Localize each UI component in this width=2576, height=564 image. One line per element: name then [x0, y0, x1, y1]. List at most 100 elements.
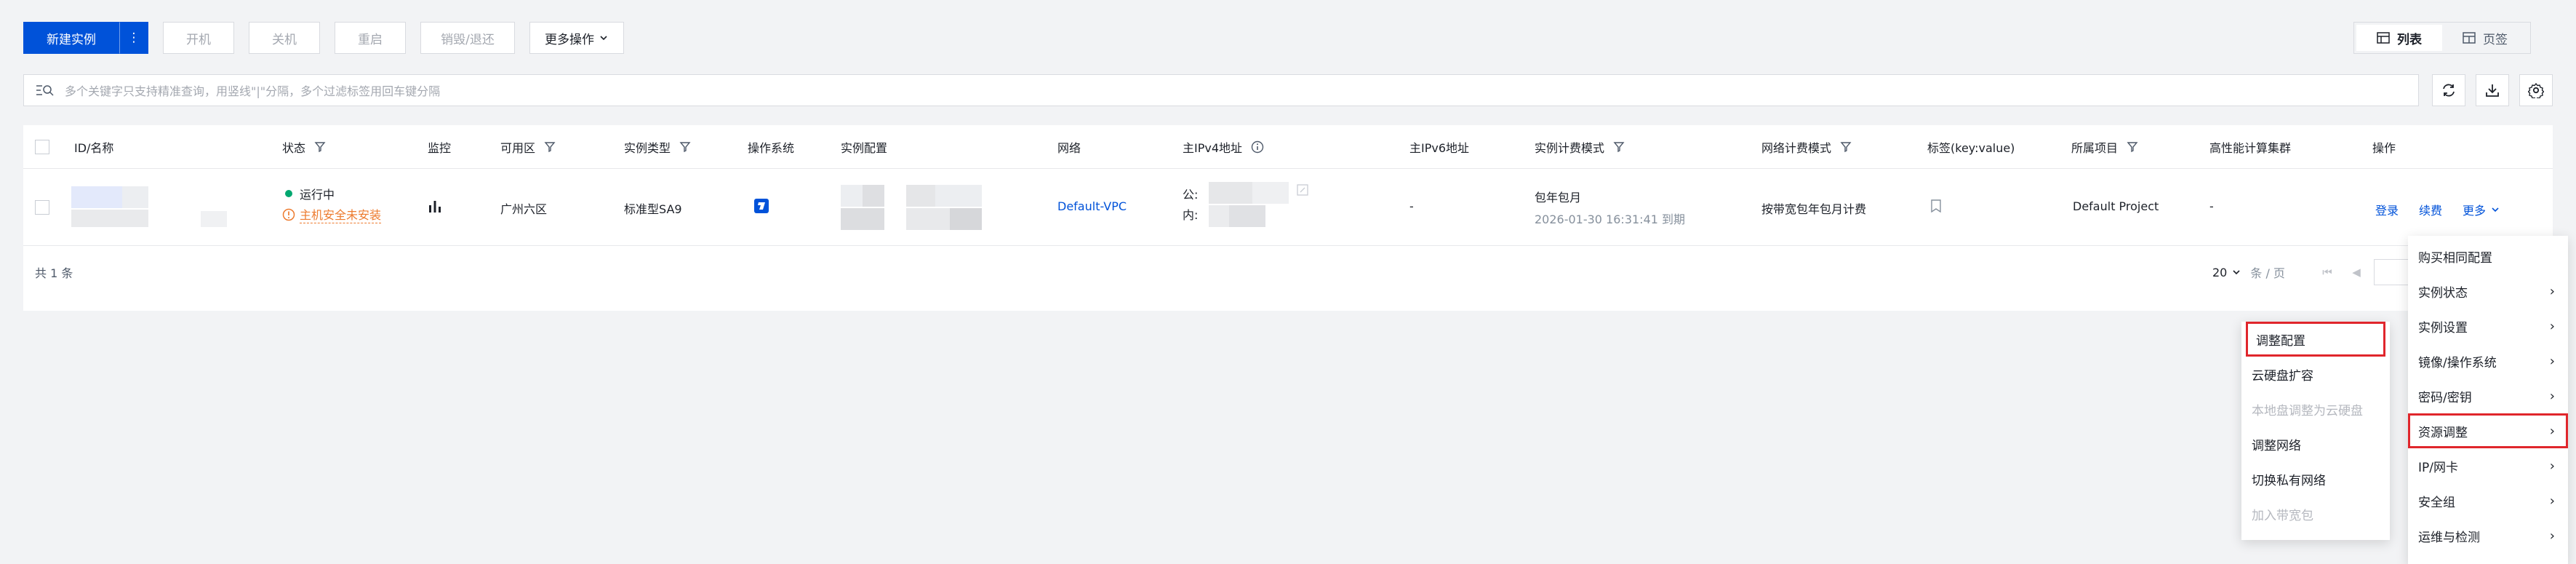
resource-submenu-item[interactable]: 调整配置: [2246, 322, 2385, 357]
chevron-down-icon: [2233, 270, 2240, 275]
more-operations-label: 更多操作: [545, 32, 594, 47]
copy-ip-button[interactable]: [1296, 183, 1309, 199]
bookmark-icon: [1931, 199, 1941, 213]
status-cell: 运行中: [285, 185, 335, 202]
info-icon[interactable]: [1251, 140, 1264, 154]
net-billing-text: 按带宽包年包月计费: [1761, 202, 1867, 216]
instance-id-redacted[interactable]: [71, 186, 122, 208]
more-menu-item[interactable]: 实例状态 ›: [2408, 274, 2568, 309]
more-menu-item-label: 资源调整: [2418, 425, 2468, 440]
header-ops-label: 操作: [2372, 141, 2396, 155]
row-checkbox[interactable]: [35, 200, 49, 215]
filter-icon[interactable]: [2127, 141, 2138, 153]
filter-icon[interactable]: [1613, 141, 1625, 153]
more-actions-label: 更多: [2463, 204, 2487, 218]
per-page-label: 条 / 页: [2250, 266, 2285, 280]
more-menu-item[interactable]: IP/网卡 ›: [2408, 448, 2568, 483]
search-filter-icon: [36, 85, 54, 96]
filter-icon[interactable]: [314, 141, 326, 153]
create-instance-button[interactable]: 新建实例: [23, 22, 119, 54]
more-menu-item[interactable]: 购买相同配置: [2408, 239, 2568, 274]
filter-icon[interactable]: [544, 141, 556, 153]
header-zone: 可用区: [500, 125, 556, 169]
resource-submenu-item[interactable]: 调整网络: [2241, 426, 2390, 461]
filter-icon[interactable]: [679, 141, 691, 153]
create-more-button[interactable]: ⋮: [119, 22, 148, 54]
header-zone-label: 可用区: [500, 141, 536, 155]
header-id: ID/名称: [74, 125, 113, 169]
header-os: 操作系统: [748, 125, 794, 169]
more-operations-button[interactable]: 更多操作: [529, 22, 624, 54]
config-redacted-1: [841, 185, 863, 207]
select-all-checkbox[interactable]: [35, 140, 49, 154]
search-input[interactable]: 多个关键字只支持精准查询，用竖线"|"分隔，多个过滤标签用回车键分隔: [23, 74, 2419, 106]
chevron-down-icon: [2492, 207, 2499, 213]
login-link[interactable]: 登录: [2375, 201, 2399, 218]
more-menu-item[interactable]: 镜像/操作系统 ›: [2408, 343, 2568, 378]
filter-icon[interactable]: [1840, 141, 1852, 153]
more-menu-item[interactable]: 资源调整 ›: [2408, 413, 2568, 448]
more-menu-item-label: 运维与检测: [2418, 530, 2480, 545]
toolbar: 新建实例 ⋮ 开机 关机 重启 销毁/退还 更多操作: [23, 22, 639, 54]
tab-page-view[interactable]: 页签: [2442, 25, 2528, 51]
page-size-select[interactable]: 20 条 / 页: [2212, 263, 2285, 281]
header-ipv4-label: 主IPv4地址: [1183, 141, 1243, 155]
edit-icon: [1297, 184, 1308, 196]
download-icon: [2486, 84, 2499, 97]
stop-button[interactable]: 关机: [249, 22, 320, 54]
chevron-right-icon: ›: [2549, 388, 2555, 404]
resource-submenu-item-label: 调整配置: [2256, 333, 2305, 349]
instance-name-redacted-3: [201, 211, 227, 227]
more-menu-item[interactable]: 实例设置 ›: [2408, 309, 2568, 343]
header-monitor-label: 监控: [428, 141, 452, 155]
config-redacted-6: [906, 208, 950, 230]
list-view-label: 列表: [2397, 32, 2422, 47]
header-net-billing-label: 网络计费模式: [1761, 141, 1832, 155]
refresh-button[interactable]: [2432, 74, 2465, 106]
vpc-link[interactable]: Default-VPC: [1057, 199, 1127, 213]
private-ip-label: 内:: [1183, 208, 1199, 222]
header-id-label: ID/名称: [74, 141, 114, 155]
prev-page-icon: ◀: [2352, 266, 2361, 279]
restart-button[interactable]: 重启: [335, 22, 406, 54]
private-ip-redacted: [1209, 205, 1229, 227]
renew-link[interactable]: 续费: [2419, 201, 2442, 218]
ipv6-text: -: [1409, 199, 1414, 213]
header-network: 网络: [1057, 125, 1081, 169]
resource-adjust-submenu: 调整配置 云硬盘扩容 本地盘调整为云硬盘 调整网络 切换私有网络 加入带宽包: [2241, 322, 2390, 540]
header-tags-label: 标签(key:value): [1927, 141, 2015, 155]
more-menu-item[interactable]: 密码/密钥 ›: [2408, 378, 2568, 413]
status-dot: [285, 190, 292, 197]
tag-button[interactable]: [1930, 199, 1942, 215]
table-footer: 共 1 条 20 条 / 页 ⏮ ◀ 1: [23, 246, 2553, 310]
create-instance-group: 新建实例 ⋮: [23, 22, 148, 54]
chevron-right-icon: ›: [2549, 493, 2555, 509]
first-page-button[interactable]: ⏮: [2311, 259, 2343, 285]
more-menu-item[interactable]: 运维与检测 ›: [2408, 518, 2568, 553]
more-menu-item[interactable]: 安全组 ›: [2408, 483, 2568, 518]
resource-submenu-item[interactable]: 云硬盘扩容: [2241, 357, 2390, 392]
config-redacted-4: [935, 185, 982, 207]
config-redacted-2: [863, 185, 884, 207]
monitor-button[interactable]: [428, 199, 442, 215]
security-warning[interactable]: 主机安全未安装: [282, 205, 382, 223]
start-button[interactable]: 开机: [163, 22, 234, 54]
public-ip-label: 公:: [1183, 188, 1199, 202]
download-button[interactable]: [2476, 74, 2509, 106]
gear-icon: [2528, 82, 2544, 98]
resource-submenu-item[interactable]: 切换私有网络: [2241, 461, 2390, 496]
header-billing-label: 实例计费模式: [1535, 141, 1605, 155]
header-status-label: 状态: [282, 141, 306, 155]
header-ops: 操作: [2372, 125, 2396, 169]
destroy-button[interactable]: 销毁/退还: [420, 22, 515, 54]
resource-submenu-item-label: 本地盘调整为云硬盘: [2252, 403, 2363, 418]
more-actions-link[interactable]: 更多: [2463, 201, 2500, 218]
settings-button[interactable]: [2519, 74, 2553, 106]
more-menu-item-label: 安全组: [2418, 495, 2455, 510]
refresh-icon: [2443, 84, 2455, 97]
header-config: 实例配置: [841, 125, 887, 169]
prev-page-button[interactable]: ◀: [2340, 259, 2372, 285]
header-config-label: 实例配置: [841, 141, 888, 155]
expire-time-text: 2026-01-30 16:31:41 到期: [1535, 213, 1686, 226]
tab-list-view[interactable]: 列表: [2356, 25, 2442, 51]
